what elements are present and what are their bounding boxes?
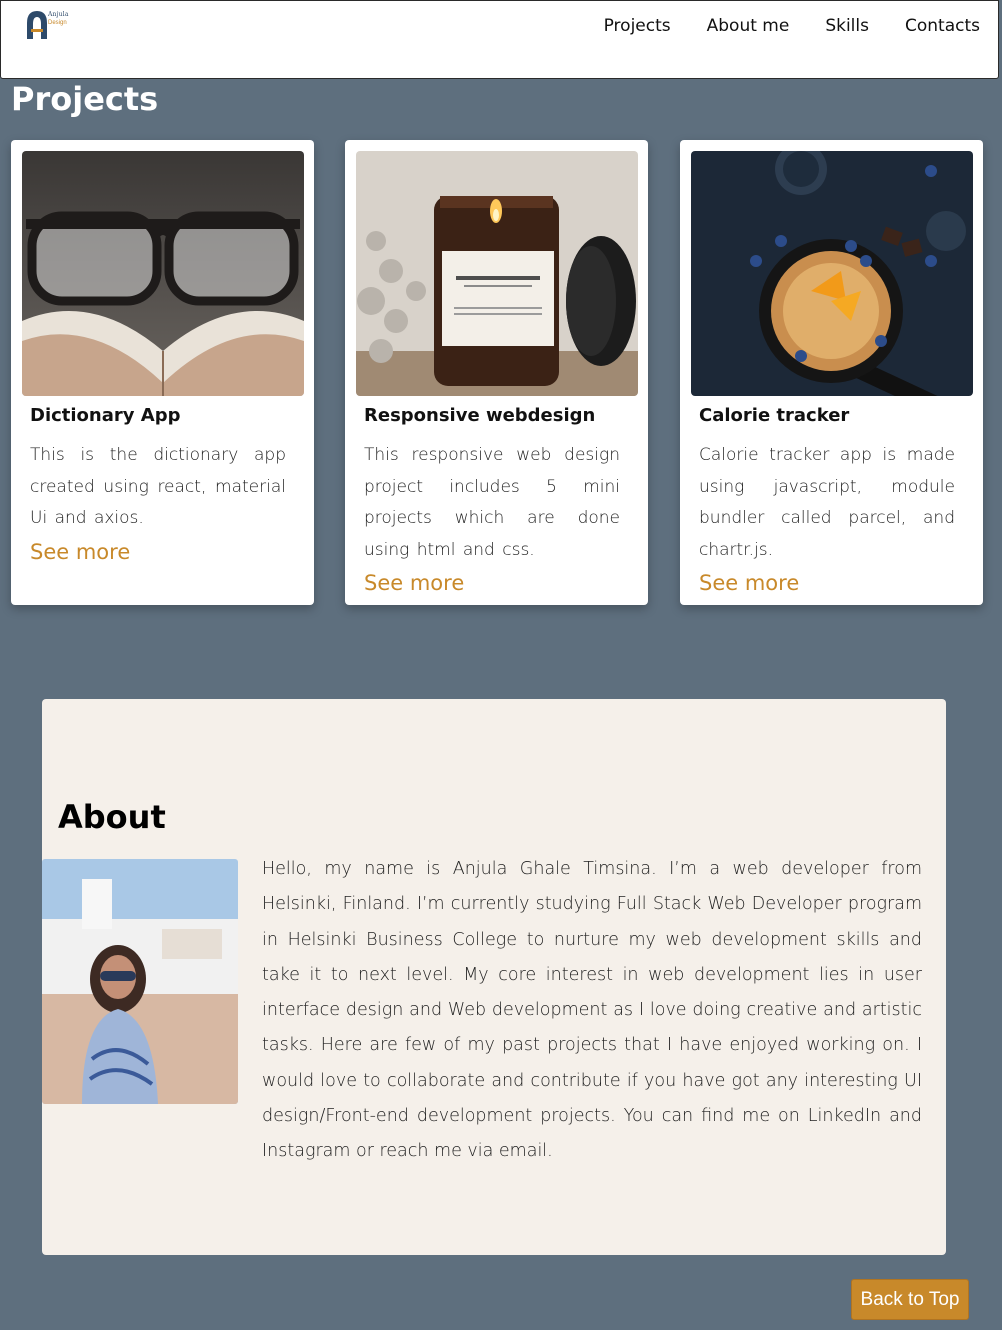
nav-link-skills[interactable]: Skills <box>825 16 869 36</box>
project-card-responsive-webdesign: Responsive webdesign This responsive web… <box>345 140 648 605</box>
about-section: About Hello, my name is Anjula Ghale Tim… <box>42 699 946 1255</box>
card-title: Calorie tracker <box>699 405 850 426</box>
see-more-link[interactable]: See more <box>699 571 799 595</box>
brand-logo[interactable]: Anjula Design <box>25 9 71 41</box>
logo-subtext: Design <box>48 20 67 26</box>
logo-text: Anjula <box>48 11 69 18</box>
project-card-calorie-tracker: Calorie tracker Calorie tracker app is m… <box>680 140 983 605</box>
nav-menu: Projects About me Skills Contacts <box>604 16 980 36</box>
nav-link-contacts[interactable]: Contacts <box>905 16 980 36</box>
profile-photo <box>42 859 238 1104</box>
card-title: Responsive webdesign <box>364 405 596 426</box>
card-description: Calorie tracker app is made using javasc… <box>699 445 955 561</box>
card-description: This responsive web design project inclu… <box>364 445 620 561</box>
see-more-link[interactable]: See more <box>364 571 464 595</box>
card-title: Dictionary App <box>30 405 181 426</box>
nav-link-projects[interactable]: Projects <box>604 16 671 36</box>
about-paragraph: Hello, my name is Anjula Ghale Timsina. … <box>262 859 922 1162</box>
projects-heading: Projects <box>11 80 159 118</box>
navbar: Anjula Design Projects About me Skills C… <box>0 0 999 79</box>
project-card-dictionary: Dictionary App This is the dictionary ap… <box>11 140 314 605</box>
pancakes-skillet-photo <box>691 151 973 396</box>
about-heading: About <box>58 798 166 836</box>
card-description: This is the dictionary app created using… <box>30 445 286 529</box>
see-more-link[interactable]: See more <box>30 540 130 564</box>
logo-arch-icon <box>27 11 47 39</box>
nav-link-about-me[interactable]: About me <box>707 16 790 36</box>
back-to-top-button[interactable]: Back to Top <box>851 1279 969 1320</box>
glasses-on-book-photo <box>22 151 304 396</box>
smokey-wood-candle-photo <box>356 151 638 396</box>
